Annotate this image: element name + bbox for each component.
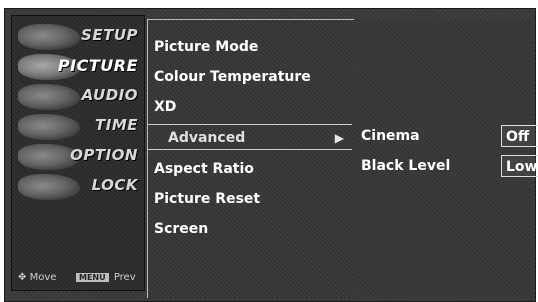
category-label: TIME [95, 116, 138, 134]
menu-key-icon: MENU [76, 273, 109, 282]
category-option[interactable]: OPTION [12, 142, 144, 170]
cinema-label: Cinema [361, 128, 420, 144]
submenu-row-black-level[interactable]: Black Level Low [361, 153, 538, 179]
menu-item-picture-reset[interactable]: Picture Reset [154, 186, 350, 212]
prev-hint: MENU Prev [76, 272, 136, 283]
black-level-label: Black Level [361, 158, 451, 174]
time-icon [18, 114, 80, 140]
setup-icon [18, 24, 80, 50]
menu-item-xd[interactable]: XD [154, 94, 350, 120]
category-picture[interactable]: PICTURE [12, 52, 144, 80]
category-audio[interactable]: AUDIO [12, 82, 144, 110]
menu-item-screen[interactable]: Screen [154, 216, 350, 242]
menu-item-advanced[interactable]: Advanced ▶ [148, 124, 352, 150]
category-setup[interactable]: SETUP [12, 22, 144, 50]
audio-icon [18, 84, 80, 110]
category-lock[interactable]: LOCK [12, 172, 144, 200]
menu-item-label: Advanced [168, 130, 246, 146]
menu-item-picture-mode[interactable]: Picture Mode [154, 34, 350, 60]
category-label: OPTION [70, 146, 138, 164]
cinema-value[interactable]: Off [501, 125, 538, 147]
move-hint: ✥ Move [18, 272, 56, 283]
prev-hint-label: Prev [113, 272, 136, 283]
black-level-value[interactable]: Low [501, 155, 538, 177]
move-hint-label: Move [29, 272, 57, 283]
category-label: SETUP [81, 26, 138, 44]
move-icon: ✥ [18, 272, 27, 283]
arrow-right-icon: ▶ [334, 131, 344, 145]
menu-item-colour-temperature[interactable]: Colour Temperature [154, 64, 350, 90]
category-label: AUDIO [81, 86, 138, 104]
category-panel: SETUP PICTURE AUDIO TIME OPTION LOCK ✥ M… [11, 15, 145, 291]
advanced-submenu: Cinema Off Black Level Low [355, 19, 538, 297]
category-time[interactable]: TIME [12, 112, 144, 140]
tv-osd-menu: SETUP PICTURE AUDIO TIME OPTION LOCK ✥ M… [4, 8, 538, 302]
category-label: PICTURE [57, 56, 138, 75]
menu-item-aspect-ratio[interactable]: Aspect Ratio [154, 156, 350, 182]
lock-icon [18, 174, 80, 200]
submenu-row-cinema[interactable]: Cinema Off [361, 123, 538, 149]
category-label: LOCK [91, 176, 138, 194]
picture-menu: Picture Mode Colour Temperature XD Advan… [147, 19, 354, 298]
